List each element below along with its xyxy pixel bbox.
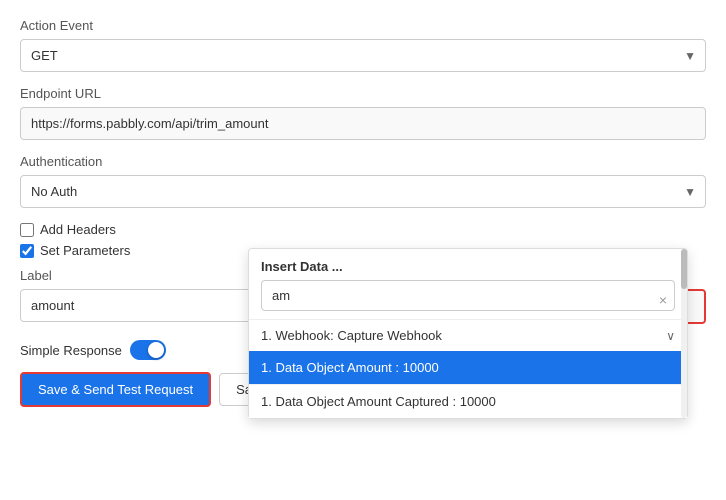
label-column-header: Label xyxy=(20,268,260,283)
search-clear-icon[interactable]: × xyxy=(659,292,667,308)
endpoint-url-section: Endpoint URL xyxy=(20,86,706,154)
webhook-section-header[interactable]: 1. Webhook: Capture Webhook ∨ xyxy=(249,319,687,351)
simple-response-toggle[interactable] xyxy=(130,340,166,360)
search-box-wrapper: × xyxy=(249,280,687,319)
authentication-label: Authentication xyxy=(20,154,706,169)
action-event-section: Action Event GET ▼ xyxy=(20,18,706,72)
label-input[interactable] xyxy=(20,289,260,322)
add-headers-checkbox[interactable] xyxy=(20,223,34,237)
set-parameters-checkbox[interactable] xyxy=(20,244,34,258)
endpoint-url-label: Endpoint URL xyxy=(20,86,706,101)
page-wrapper: Action Event GET ▼ Endpoint URL Authenti… xyxy=(0,0,726,425)
dropdown-item-1[interactable]: 1. Data Object Amount Captured : 10000 xyxy=(249,384,687,418)
authentication-select[interactable]: No Auth xyxy=(20,175,706,208)
insert-data-dropdown: Insert Data ... × 1. Webhook: Capture We… xyxy=(248,248,688,419)
dropdown-search-input[interactable] xyxy=(261,280,675,311)
action-event-label: Action Event xyxy=(20,18,706,33)
toggle-knob xyxy=(148,342,164,358)
dropdown-item-0[interactable]: 1. Data Object Amount : 10000 xyxy=(249,351,687,384)
action-event-select-wrapper: GET ▼ xyxy=(20,39,706,72)
add-headers-row: Add Headers xyxy=(20,222,706,237)
endpoint-url-input[interactable] xyxy=(20,107,706,140)
add-headers-label: Add Headers xyxy=(40,222,116,237)
webhook-title: 1. Webhook: Capture Webhook xyxy=(261,328,442,343)
authentication-section: Authentication No Auth ▼ xyxy=(20,154,706,208)
chevron-down-icon: ∨ xyxy=(666,329,675,343)
label-column: Label ← xyxy=(20,268,260,322)
action-event-select[interactable]: GET xyxy=(20,39,706,72)
save-send-button[interactable]: Save & Send Test Request xyxy=(20,372,211,407)
insert-data-header: Insert Data ... xyxy=(249,249,687,280)
label-input-wrapper: ← xyxy=(20,289,260,322)
set-parameters-label: Set Parameters xyxy=(40,243,130,258)
simple-response-label: Simple Response xyxy=(20,343,122,358)
authentication-select-wrapper: No Auth ▼ xyxy=(20,175,706,208)
scrollbar-thumb[interactable] xyxy=(681,249,687,289)
scrollbar-track xyxy=(681,249,687,418)
